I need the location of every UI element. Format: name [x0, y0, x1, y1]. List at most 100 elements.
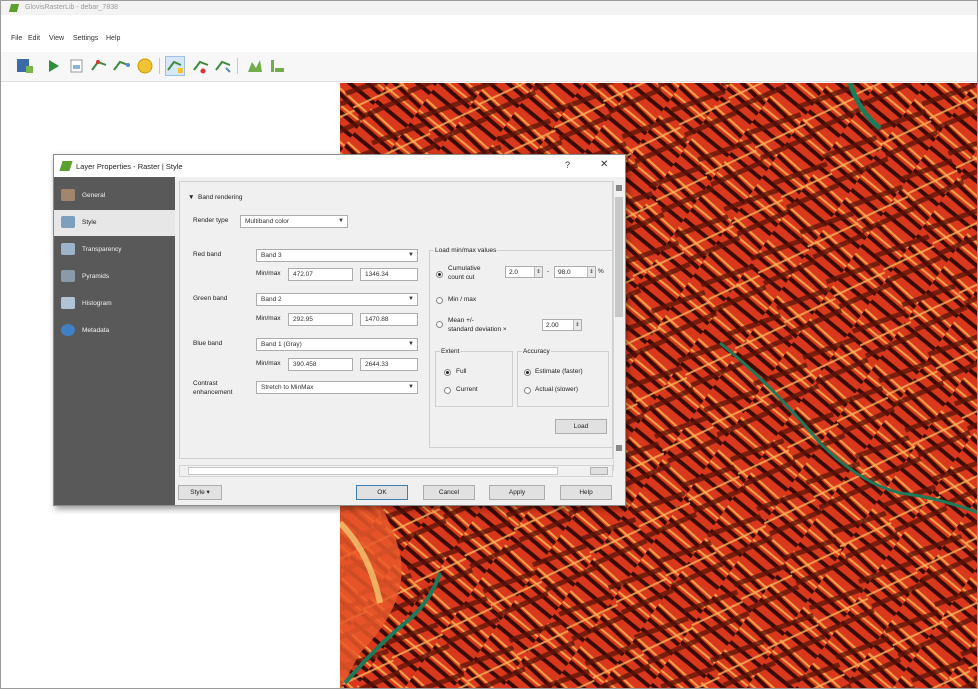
qgis-logo-icon — [59, 161, 73, 171]
sidebar-item-histogram[interactable]: Histogram — [54, 291, 175, 317]
toolbar-separator — [159, 58, 160, 74]
sidebar-item-transparency[interactable]: Transparency — [54, 237, 175, 263]
green-band-select[interactable]: Band 2 ▼ — [256, 293, 418, 306]
collapse-arrow-icon[interactable]: ▼ — [188, 194, 194, 201]
vertical-scrollbar[interactable] — [613, 181, 624, 471]
help-button[interactable]: Help — [560, 485, 612, 500]
extent-full-label: Full — [456, 368, 467, 375]
contrast-enhancement-select[interactable]: Stretch to MinMax ▼ — [256, 381, 418, 394]
scroll-down-icon[interactable] — [616, 445, 622, 451]
spin-arrows-icon: ⇕ — [587, 267, 595, 277]
window-title: GlovisRasterLib - debar_7838 — [25, 4, 118, 11]
blue-min-field[interactable]: 390.458 — [288, 358, 353, 371]
blue-band-label: Blue band — [193, 340, 223, 347]
blue-max-field[interactable]: 2644.33 — [360, 358, 418, 371]
menu-help[interactable]: Help — [106, 35, 120, 42]
sidebar-item-label: Style — [82, 219, 97, 226]
menu-file[interactable]: File — [11, 35, 22, 42]
green-max-field[interactable]: 1470.88 — [360, 313, 418, 326]
apply-button[interactable]: Apply — [489, 485, 545, 500]
green-band-label: Green band — [193, 295, 228, 302]
merge-icon[interactable] — [213, 56, 233, 76]
render-type-select[interactable]: Multiband color ▼ — [240, 215, 348, 228]
dialog-titlebar: Layer Properties - Raster | Style ? ✕ — [54, 155, 625, 177]
sidebar-item-label: Histogram — [82, 300, 112, 307]
digitize-icon[interactable] — [89, 56, 109, 76]
cumulative-low-spin[interactable]: 2.0 ⇕ — [505, 266, 543, 278]
cancel-button[interactable]: Cancel — [423, 485, 475, 500]
render-type-label: Render type — [193, 217, 229, 224]
menu-edit[interactable]: Edit — [28, 35, 40, 42]
sidebar-item-general[interactable]: General — [54, 183, 175, 209]
menu-settings[interactable]: Settings — [73, 35, 98, 42]
scroll-arrows-icon[interactable] — [590, 467, 608, 475]
red-min-field[interactable]: 472.07 — [288, 268, 353, 281]
mean-stddev-radio[interactable] — [436, 321, 443, 328]
close-button[interactable]: ✕ — [600, 159, 608, 170]
extent-group: Extent Full Current — [435, 348, 513, 407]
wrench-icon — [61, 189, 75, 201]
qgis-logo-icon — [8, 4, 20, 12]
split-icon[interactable] — [191, 56, 211, 76]
edit-icon[interactable] — [111, 56, 131, 76]
ok-button[interactable]: OK — [356, 485, 408, 500]
scroll-thumb[interactable] — [615, 197, 623, 317]
minmax-label: Min/max — [256, 270, 281, 277]
blue-band-select[interactable]: Band 1 (Gray) ▼ — [256, 338, 418, 351]
cumulative-label: Cumulative — [448, 265, 481, 272]
green-min-field[interactable]: 292.95 — [288, 313, 353, 326]
contrast-label-line2: enhancement — [193, 389, 233, 396]
add-layer-icon[interactable] — [67, 56, 87, 76]
cumulative-radio[interactable] — [436, 271, 443, 278]
run-icon[interactable] — [43, 56, 63, 76]
range-dash: - — [547, 268, 550, 275]
main-toolbar — [1, 52, 977, 82]
minmax-radio-label: Min / max — [448, 296, 477, 303]
profile-icon[interactable] — [245, 56, 265, 76]
red-band-select[interactable]: Band 3 ▼ — [256, 249, 418, 262]
extent-current-label: Current — [456, 386, 478, 393]
cumulative-high-spin[interactable]: 98.0 ⇕ — [554, 266, 596, 278]
sidebar-item-label: Pyramids — [82, 273, 110, 280]
help-question-button[interactable]: ? — [565, 160, 570, 170]
spin-arrows-icon: ⇕ — [573, 320, 581, 330]
node-tool-icon[interactable] — [165, 56, 185, 76]
sidebar-item-label: General — [82, 192, 106, 199]
accuracy-actual-label: Actual (slower) — [535, 386, 578, 393]
accuracy-group: Accuracy Estimate (faster) Actual (slowe… — [517, 348, 609, 407]
load-button[interactable]: Load — [555, 419, 607, 434]
red-band-label: Red band — [193, 251, 222, 258]
identify-icon[interactable] — [135, 56, 155, 76]
new-project-icon[interactable] — [15, 56, 35, 76]
sidebar-item-label: Transparency — [82, 246, 122, 253]
accuracy-actual-radio[interactable] — [524, 387, 531, 394]
transparency-icon — [61, 243, 75, 255]
red-max-field[interactable]: 1346.34 — [360, 268, 418, 281]
sidebar-item-style[interactable]: Style — [54, 210, 175, 236]
qgis-window: GlovisRasterLib - debar_7838 File Edit V… — [0, 0, 978, 689]
minmax-radio[interactable] — [436, 297, 443, 304]
window-titlebar: GlovisRasterLib - debar_7838 — [1, 1, 977, 15]
scroll-up-icon[interactable] — [616, 185, 622, 191]
toolbar-separator — [237, 58, 238, 74]
sidebar-item-metadata[interactable]: Metadata — [54, 318, 175, 344]
extent-current-radio[interactable] — [444, 387, 451, 394]
dialog-title: Layer Properties - Raster | Style — [76, 162, 183, 171]
extent-title: Extent — [440, 348, 461, 355]
stddev-spin[interactable]: 2.00 ⇕ — [542, 319, 582, 331]
style-menu-button[interactable]: Style ▾ — [178, 485, 222, 500]
scroll-thumb[interactable] — [188, 467, 558, 475]
histogram-icon — [61, 297, 75, 309]
pyramids-icon — [61, 270, 75, 282]
extent-full-radio[interactable] — [444, 369, 451, 376]
horizontal-scrollbar[interactable] — [179, 465, 613, 477]
sidebar-item-pyramids[interactable]: Pyramids — [54, 264, 175, 290]
chevron-down-icon: ▼ — [408, 341, 414, 347]
percent-unit: % — [598, 268, 604, 275]
load-minmax-title: Load min/max values — [434, 247, 498, 254]
accuracy-estimate-radio[interactable] — [524, 369, 531, 376]
terrain-icon[interactable] — [267, 56, 287, 76]
spin-arrows-icon: ⇕ — [534, 267, 542, 277]
band-rendering-header: Band rendering — [198, 194, 243, 201]
menu-view[interactable]: View — [49, 35, 64, 42]
